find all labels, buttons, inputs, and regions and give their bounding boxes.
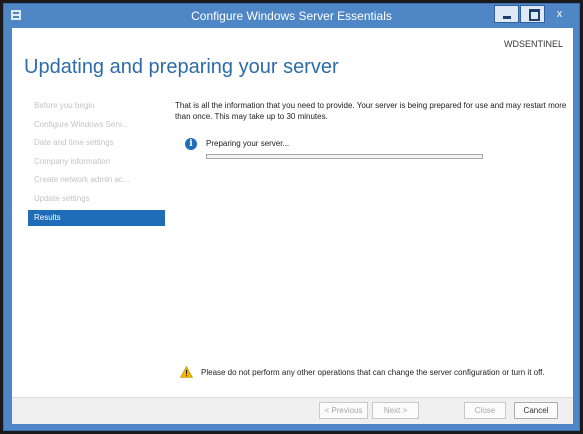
cancel-button[interactable]: Cancel — [514, 402, 558, 419]
next-button[interactable]: Next > — [372, 402, 419, 419]
window-title: Configure Windows Server Essentials — [191, 9, 392, 23]
wizard-steps-nav: Before you begin Configure Windows Serv.… — [28, 98, 165, 229]
wizard-footer: < Previous Next > Close Cancel — [12, 397, 573, 424]
wizard-client-area: WDSENTINEL Updating and preparing your s… — [12, 28, 573, 424]
server-name-label: WDSENTINEL — [503, 39, 563, 49]
step-update-settings: Update settings — [34, 193, 90, 203]
step-date-and-time-settings: Date and time settings — [34, 138, 114, 148]
step-company-information: Company information — [34, 156, 111, 166]
warning-text: Please do not perform any other operatio… — [201, 368, 545, 377]
step-create-network-admin: Create network admin ac... — [34, 175, 130, 185]
page-title: Updating and preparing your server — [24, 56, 339, 78]
step-before-you-begin: Before you begin — [34, 101, 95, 110]
info-icon: i — [185, 138, 197, 150]
close-button[interactable]: Close — [464, 402, 506, 419]
previous-button[interactable]: < Previous — [319, 402, 368, 419]
title-bar[interactable]: Configure Windows Server Essentials x — [4, 4, 579, 28]
main-content: That is all the information that you nee… — [175, 100, 567, 159]
intro-text: That is all the information that you nee… — [175, 101, 567, 121]
progress-status-text: Preparing your server... — [206, 139, 290, 148]
minimize-button[interactable] — [494, 5, 519, 23]
warning-icon — [180, 366, 193, 378]
step-configure-windows-server: Configure Windows Serv... — [34, 119, 129, 129]
maximize-button[interactable] — [520, 5, 545, 23]
setup-window: Configure Windows Server Essentials x WD… — [3, 3, 580, 431]
progress-bar — [206, 154, 483, 159]
step-results[interactable]: Results — [28, 209, 165, 226]
close-window-button[interactable]: x — [546, 5, 573, 23]
